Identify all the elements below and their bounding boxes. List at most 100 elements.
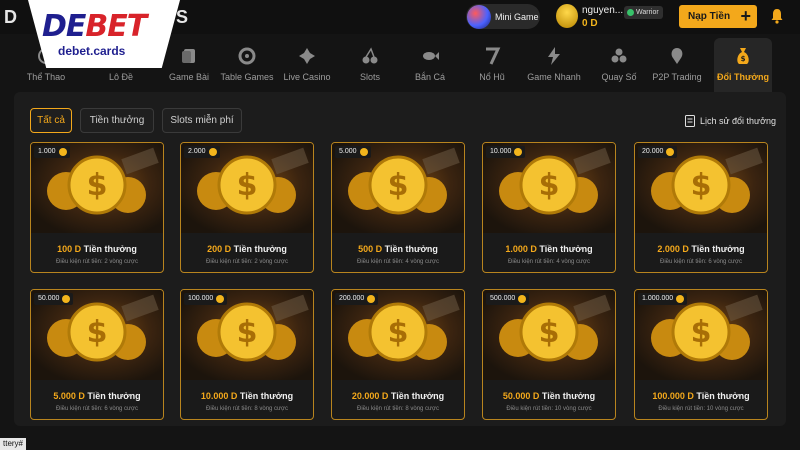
nav-label: Đổi Thưởng (717, 72, 769, 82)
balls-icon (611, 48, 627, 63)
reward-card[interactable]: 500.000 $ 50.000 D Tiền thưởng Điều kiện… (482, 289, 616, 420)
reward-condition: Điều kiện rút tiền: 10 vòng cược (506, 406, 592, 412)
reward-condition: Điều kiện rút tiền: 6 vòng cược (56, 406, 138, 412)
nav-item-jackpot[interactable]: Nổ Hũ (472, 38, 512, 92)
money-bag-icon: $ (737, 48, 749, 64)
reward-card[interactable]: 200.000 $ 20.000 D Tiền thưởng Điều kiện… (331, 289, 465, 420)
user-name: nguyen... (582, 5, 624, 16)
nav-item-card-games[interactable]: Game Bài (162, 38, 216, 92)
nav-item-p2p-trading[interactable]: P2P Trading (646, 38, 708, 92)
p2p-icon (671, 48, 683, 64)
price-badge: 1.000 (34, 146, 70, 158)
nav-label: Game Bài (168, 72, 210, 82)
price-badge: 10.000 (486, 146, 526, 158)
filter-free-slots[interactable]: Slots miễn phí (162, 108, 242, 133)
reward-title: 100.000 D Tiền thưởng (652, 391, 750, 401)
reward-card[interactable]: 10.000 $ 1.000 D Tiền thưởng Điều kiện r… (482, 142, 616, 273)
casino-icon (299, 48, 315, 64)
brand-fragment-left: D (4, 7, 17, 27)
user-balance: 0 D (582, 18, 598, 29)
reward-card[interactable]: 5.000 $ 500 D Tiền thưởng Điều kiện rút … (331, 142, 465, 273)
reward-condition: Điều kiện rút tiền: 8 vòng cược (206, 406, 288, 412)
lightning-icon (548, 47, 560, 65)
logo-de: DE (42, 9, 86, 44)
reward-condition: Điều kiện rút tiền: 2 vòng cược (56, 259, 138, 265)
deposit-button[interactable]: Nạp Tiền + (679, 5, 757, 28)
reward-history-label: Lịch sử đổi thưởng (700, 116, 776, 126)
reward-card[interactable]: 20.000 $ 2.000 D Tiền thưởng Điều kiện r… (634, 142, 768, 273)
price-badge: 100.000 (184, 293, 228, 305)
svg-text:$: $ (691, 168, 712, 203)
nav-item-slots[interactable]: Slots (350, 38, 390, 92)
svg-text:$: $ (691, 315, 712, 350)
reward-title: 1.000 D Tiền thưởng (505, 244, 593, 254)
avatar (556, 4, 578, 28)
chip-icon (238, 47, 256, 65)
svg-text:$: $ (87, 168, 108, 203)
reward-card[interactable]: 100.000 $ 10.000 D Tiền thưởng Điều kiện… (180, 289, 314, 420)
svg-text:$: $ (388, 315, 409, 350)
svg-text:$: $ (87, 315, 108, 350)
reward-title: 2.000 D Tiền thưởng (657, 244, 745, 254)
user-profile[interactable]: nguyen... Warrior 0 D (556, 3, 666, 31)
reward-card[interactable]: 1.000.000 $ 100.000 D Tiền thưởng Điều k… (634, 289, 768, 420)
price-badge: 500.000 (486, 293, 530, 305)
nav-item-number-draw[interactable]: Quay Số (594, 38, 644, 92)
nav-label: Live Casino (283, 72, 331, 82)
price-badge: 5.000 (335, 146, 371, 158)
price-badge: 50.000 (34, 293, 74, 305)
cards-icon (182, 49, 195, 63)
nav-label: Lô Đề (108, 72, 134, 82)
rank-badge: Warrior (624, 6, 663, 19)
nav-item-table-games[interactable]: Table Games (216, 38, 278, 92)
svg-text:$: $ (741, 55, 746, 63)
svg-text:$: $ (388, 168, 409, 203)
nav-label: Nổ Hũ (479, 72, 505, 82)
bell-icon[interactable] (770, 8, 784, 24)
nav-label: Bắn Cá (414, 72, 446, 82)
logo-bet: BET (85, 9, 147, 44)
plus-icon: + (740, 6, 751, 26)
reward-condition: Điều kiện rút tiền: 6 vòng cược (660, 259, 742, 265)
brand-fragment-right: S (176, 7, 189, 27)
svg-text:$: $ (539, 315, 560, 350)
reward-title: 20.000 D Tiền thưởng (351, 391, 445, 401)
reward-title: 5.000 D Tiền thưởng (53, 391, 141, 401)
reward-condition: Điều kiện rút tiền: 10 vòng cược (658, 406, 744, 412)
reward-condition: Điều kiện rút tiền: 4 vòng cược (508, 259, 590, 265)
reward-title: 100 D Tiền thưởng (57, 244, 137, 254)
svg-text:$: $ (237, 315, 258, 350)
mini-game-button[interactable]: Mini Game (466, 4, 540, 29)
reward-title: 200 D Tiền thưởng (207, 244, 287, 254)
mini-game-label: Mini Game (495, 11, 539, 22)
reward-card[interactable]: 50.000 $ 5.000 D Tiền thưởng Điều kiện r… (30, 289, 164, 420)
reward-card[interactable]: 2.000 $ 200 D Tiền thưởng Điều kiện rút … (180, 142, 314, 273)
reward-condition: Điều kiện rút tiền: 2 vòng cược (206, 259, 288, 265)
price-badge: 1.000.000 (638, 293, 688, 305)
mini-game-icon (467, 4, 491, 29)
logo[interactable]: DEBET debet.cards (28, 0, 180, 68)
price-badge: 200.000 (335, 293, 379, 305)
reward-title: 500 D Tiền thưởng (358, 244, 438, 254)
price-badge: 20.000 (638, 146, 678, 158)
deposit-label: Nạp Tiền (688, 11, 731, 22)
nav-item-rewards[interactable]: $ Đổi Thưởng (714, 38, 772, 92)
filter-all[interactable]: Tất cả (30, 108, 72, 133)
svg-text:$: $ (237, 168, 258, 203)
reward-condition: Điều kiện rút tiền: 4 vòng cược (357, 259, 439, 265)
nav-label: P2P Trading (652, 72, 702, 82)
reward-history-link[interactable]: Lịch sử đổi thưởng (685, 115, 776, 127)
logo-subtitle: debet.cards (58, 44, 126, 58)
status-tag: ttery# (0, 438, 27, 450)
svg-text:$: $ (539, 168, 560, 203)
nav-item-fishing[interactable]: Bắn Cá (410, 38, 450, 92)
nav-item-quick-games[interactable]: Game Nhanh (520, 38, 588, 92)
reward-title: 10.000 D Tiền thưởng (200, 391, 294, 401)
cherry-icon (362, 47, 378, 64)
rewards-panel: Tất cả Tiền thưởng Slots miễn phí Lịch s… (14, 92, 786, 426)
nav-item-live-casino[interactable]: Live Casino (280, 38, 334, 92)
reward-title: 50.000 D Tiền thưởng (502, 391, 596, 401)
reward-condition: Điều kiện rút tiền: 8 vòng cược (357, 406, 439, 412)
filter-bonus[interactable]: Tiền thưởng (80, 108, 154, 133)
reward-card[interactable]: 1.000 $ 100 D Tiền thưởng Điều kiện rút … (30, 142, 164, 273)
